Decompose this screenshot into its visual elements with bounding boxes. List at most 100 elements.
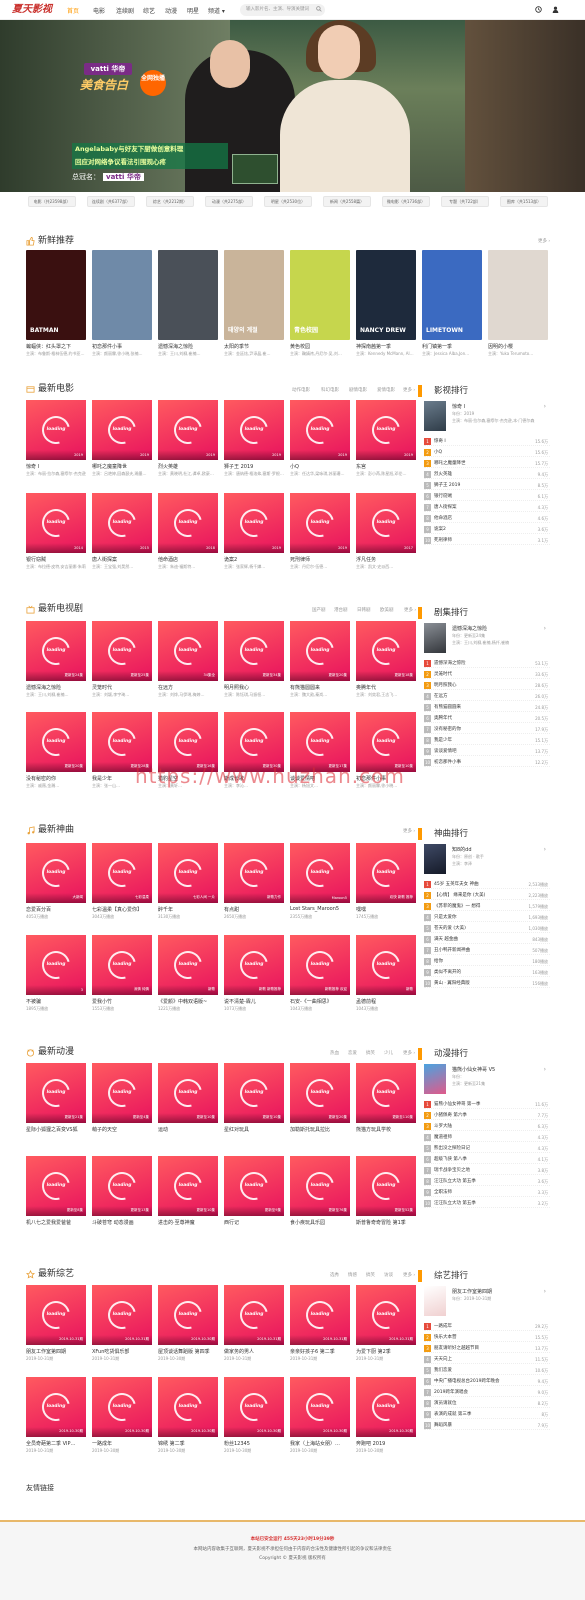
rank-name[interactable]: 灵笼时代 <box>434 671 452 678</box>
poster-image[interactable]: 태양의 계절 <box>224 250 284 340</box>
rank-name[interactable]: 2019跨年演唱会 <box>434 1389 468 1396</box>
rank-item[interactable]: 5 有熊猫圆圆来 24.8万 <box>424 703 550 712</box>
media-card[interactable]: loading 新歌力作 <box>224 843 284 903</box>
media-card[interactable]: loading 34集全 <box>158 621 218 681</box>
chevron-right-icon[interactable]: › <box>544 1288 546 1295</box>
rank-name[interactable]: 给你 <box>434 958 443 965</box>
rank-item[interactable]: 6 满天 越金曲 843播放 <box>424 935 550 944</box>
tv-tab[interactable]: 港台剧 <box>334 607 348 613</box>
media-card[interactable]: loading 更新至8集 <box>26 1156 86 1216</box>
rank-item[interactable]: 8 汪汪队立大功 第五季 3.6万 <box>424 1177 550 1186</box>
rank-name[interactable]: 有熊猫圆圆来 <box>434 704 461 711</box>
rank-item[interactable]: 8 他命酒店 4.6万 <box>424 514 550 523</box>
media-card[interactable]: loading 2019 <box>356 400 416 460</box>
rank-name[interactable]: 45岁 五英年夫女 神曲 <box>434 881 479 888</box>
chevron-right-icon[interactable]: › <box>544 625 546 632</box>
media-card[interactable]: loading 2017 <box>356 493 416 553</box>
rank-name[interactable]: 朋友请听好之越越节目 <box>434 1345 479 1352</box>
media-card[interactable]: loading 2019-10-30期 <box>26 1377 86 1437</box>
media-card[interactable]: loading 更新至20集 <box>290 1063 350 1123</box>
rank-name[interactable]: 只是太爱你 <box>434 914 457 921</box>
rank-item[interactable]: 4 天天向上 11.5万 <box>424 1355 550 1364</box>
rank-name[interactable]: 银行窃贼 <box>434 493 452 500</box>
rank-name[interactable]: 诡案2 <box>434 526 446 533</box>
media-card[interactable]: loading 2014 <box>26 493 86 553</box>
card-title[interactable]: 进击的·至尊神魔 <box>158 1219 218 1226</box>
card-title[interactable]: 七彩温柔【真心爱你】 <box>92 906 152 913</box>
rank-name[interactable]: 哪吒之魔童降世 <box>434 460 466 467</box>
media-card[interactable]: loading 2019-10-30期 <box>158 1285 218 1345</box>
rank-item[interactable]: 1 遗憾深海之惊险 53.1万 <box>424 659 550 668</box>
rank-name[interactable]: 在远方 <box>434 693 448 700</box>
media-card[interactable]: loading 深情 纯情 <box>92 935 152 995</box>
media-card[interactable]: loading 2019-10-31期 <box>356 1285 416 1345</box>
rank-item[interactable]: 2 快乐大本营 15.5万 <box>424 1333 550 1342</box>
media-card[interactable]: loading 2019-10-31期 <box>290 1285 350 1345</box>
fresh-more-link[interactable]: 更多 › <box>538 238 550 244</box>
media-card[interactable]: loading 2019 <box>290 493 350 553</box>
rank-name[interactable]: 瑞卡战争宝贝之地 <box>434 1167 470 1174</box>
rank-name[interactable]: 演员请就位 <box>434 1400 457 1407</box>
rank-featured-item[interactable]: 遗憾深海之惊险 年份：更新至24集 主演：王川,刘柳,崔楠,杨仟,崔楠 › <box>424 623 550 653</box>
rank-item[interactable]: 2 灵笼时代 33.6万 <box>424 670 550 679</box>
media-card[interactable]: loading 新歌 <box>356 935 416 995</box>
tag-item[interactable]: 动漫（共2275部） <box>205 196 253 207</box>
media-card[interactable]: loading 2019 <box>26 400 86 460</box>
movies-tab[interactable]: 爱情电影 <box>377 387 395 393</box>
movies-more-link[interactable]: 更多 › <box>403 387 415 393</box>
card-title[interactable]: 银行窃贼 <box>26 556 86 563</box>
card-title[interactable]: 浮凡任务 <box>356 556 416 563</box>
rank-item[interactable]: 6 银行窃贼 6.1万 <box>424 492 550 501</box>
media-card[interactable]: loading 2019-10-30期 <box>356 1377 416 1437</box>
rank-name[interactable]: 汪汪队立大功 第五季 <box>434 1178 476 1185</box>
rank-item[interactable]: 5 熊出没之探险日记 4.3万 <box>424 1144 550 1153</box>
history-icon[interactable] <box>535 6 542 13</box>
media-card[interactable]: loading 2019-10-30期 <box>158 1377 218 1437</box>
card-title[interactable]: 加勒斯托玩具拉比 <box>290 1126 350 1133</box>
rank-item[interactable]: 7 丑小鸭开新闻神曲 507播放 <box>424 946 550 955</box>
card-title[interactable]: 食小疾玩具乐园 <box>290 1219 350 1226</box>
rank-item[interactable]: 7 没有秘密的你 17.9万 <box>424 725 550 734</box>
media-card[interactable]: loading 更新至10集 <box>158 1156 218 1216</box>
card-title[interactable]: 锦绣 第二季 <box>158 1440 218 1447</box>
nav-channel[interactable]: 频道 ▾ <box>208 6 225 15</box>
card-title[interactable]: 烈火英雄 <box>158 463 218 470</box>
rank-item[interactable]: 5 我们恋爱 10.6万 <box>424 1366 550 1375</box>
poster-image[interactable]: 青色校园 <box>290 250 350 340</box>
rank-name[interactable]: 快乐大本营 <box>434 1334 457 1341</box>
rank-name[interactable]: 烈火英雄 <box>434 471 452 478</box>
media-card[interactable]: loading 更新至10集 <box>356 712 416 772</box>
site-logo[interactable]: 夏天影视 <box>12 3 64 17</box>
poster-title[interactable]: 太阳的季节 <box>224 343 284 350</box>
tag-item[interactable]: 专题（共722部） <box>441 196 489 207</box>
rank-name[interactable]: 丑小鸭开新闻神曲 <box>434 947 470 954</box>
rank-featured-title[interactable]: 惊奇 I <box>452 403 465 410</box>
media-card[interactable]: loading 欢快 新歌 推荐 <box>356 843 416 903</box>
poster-title[interactable]: 初恋那件小事 <box>92 343 152 350</box>
media-card[interactable]: loading 2019-10-31期 <box>224 1285 284 1345</box>
rank-name[interactable]: 他命酒店 <box>434 515 452 522</box>
media-card[interactable]: loading 新歌 <box>158 935 218 995</box>
rank-name[interactable]: 苍天的爱 (大美) <box>434 925 466 932</box>
rank-name[interactable]: 遗憾深海之惊险 <box>434 660 466 667</box>
movies-tab[interactable]: 剧情电影 <box>349 387 367 393</box>
rank-name[interactable]: 斗罗大陆 <box>434 1123 452 1130</box>
nav-tv[interactable]: 连续剧 <box>116 6 134 15</box>
rank-name[interactable]: 舞蹈风暴 <box>434 1422 452 1429</box>
card-title[interactable]: 诡案2 <box>224 556 284 563</box>
rank-item[interactable]: 2 小猪佩奇 第六季 7.7万 <box>424 1111 550 1120</box>
hero-banner[interactable]: vatti 华帝 美食告白 全网独播 Angelababy与好友下厨做创意料理 … <box>0 20 585 192</box>
media-card[interactable]: loading 更新至9集 <box>224 1156 284 1216</box>
rank-featured-title[interactable]: 知8的dd <box>452 846 472 853</box>
rank-featured-title[interactable]: 猫熊小仙女神哥 V5 <box>452 1066 495 1073</box>
card-title[interactable]: 恋爱百分百 <box>26 906 86 913</box>
poster-title[interactable]: 遗憾深海之惊险 <box>158 343 218 350</box>
rank-featured-item[interactable]: 惊奇 I 年份：2019 主演：布丽·拉尔森,塞缪尔·杰克逊,本·门德尔森 › <box>424 401 550 431</box>
media-card[interactable]: loading 3 <box>26 935 86 995</box>
media-card[interactable]: loading 更新至25集 <box>92 621 152 681</box>
rank-name[interactable]: 熊出没之探险日记 <box>434 1145 470 1152</box>
card-title[interactable]: 西行记 <box>224 1219 284 1226</box>
rank-name[interactable]: 全职法师 <box>434 1189 452 1196</box>
rank-item[interactable]: 2 【心情】 缘来是你 (大美) 2,223播放 <box>424 891 550 900</box>
rank-name[interactable]: 《苏菲的魔鬼》一 想得 <box>434 903 480 910</box>
